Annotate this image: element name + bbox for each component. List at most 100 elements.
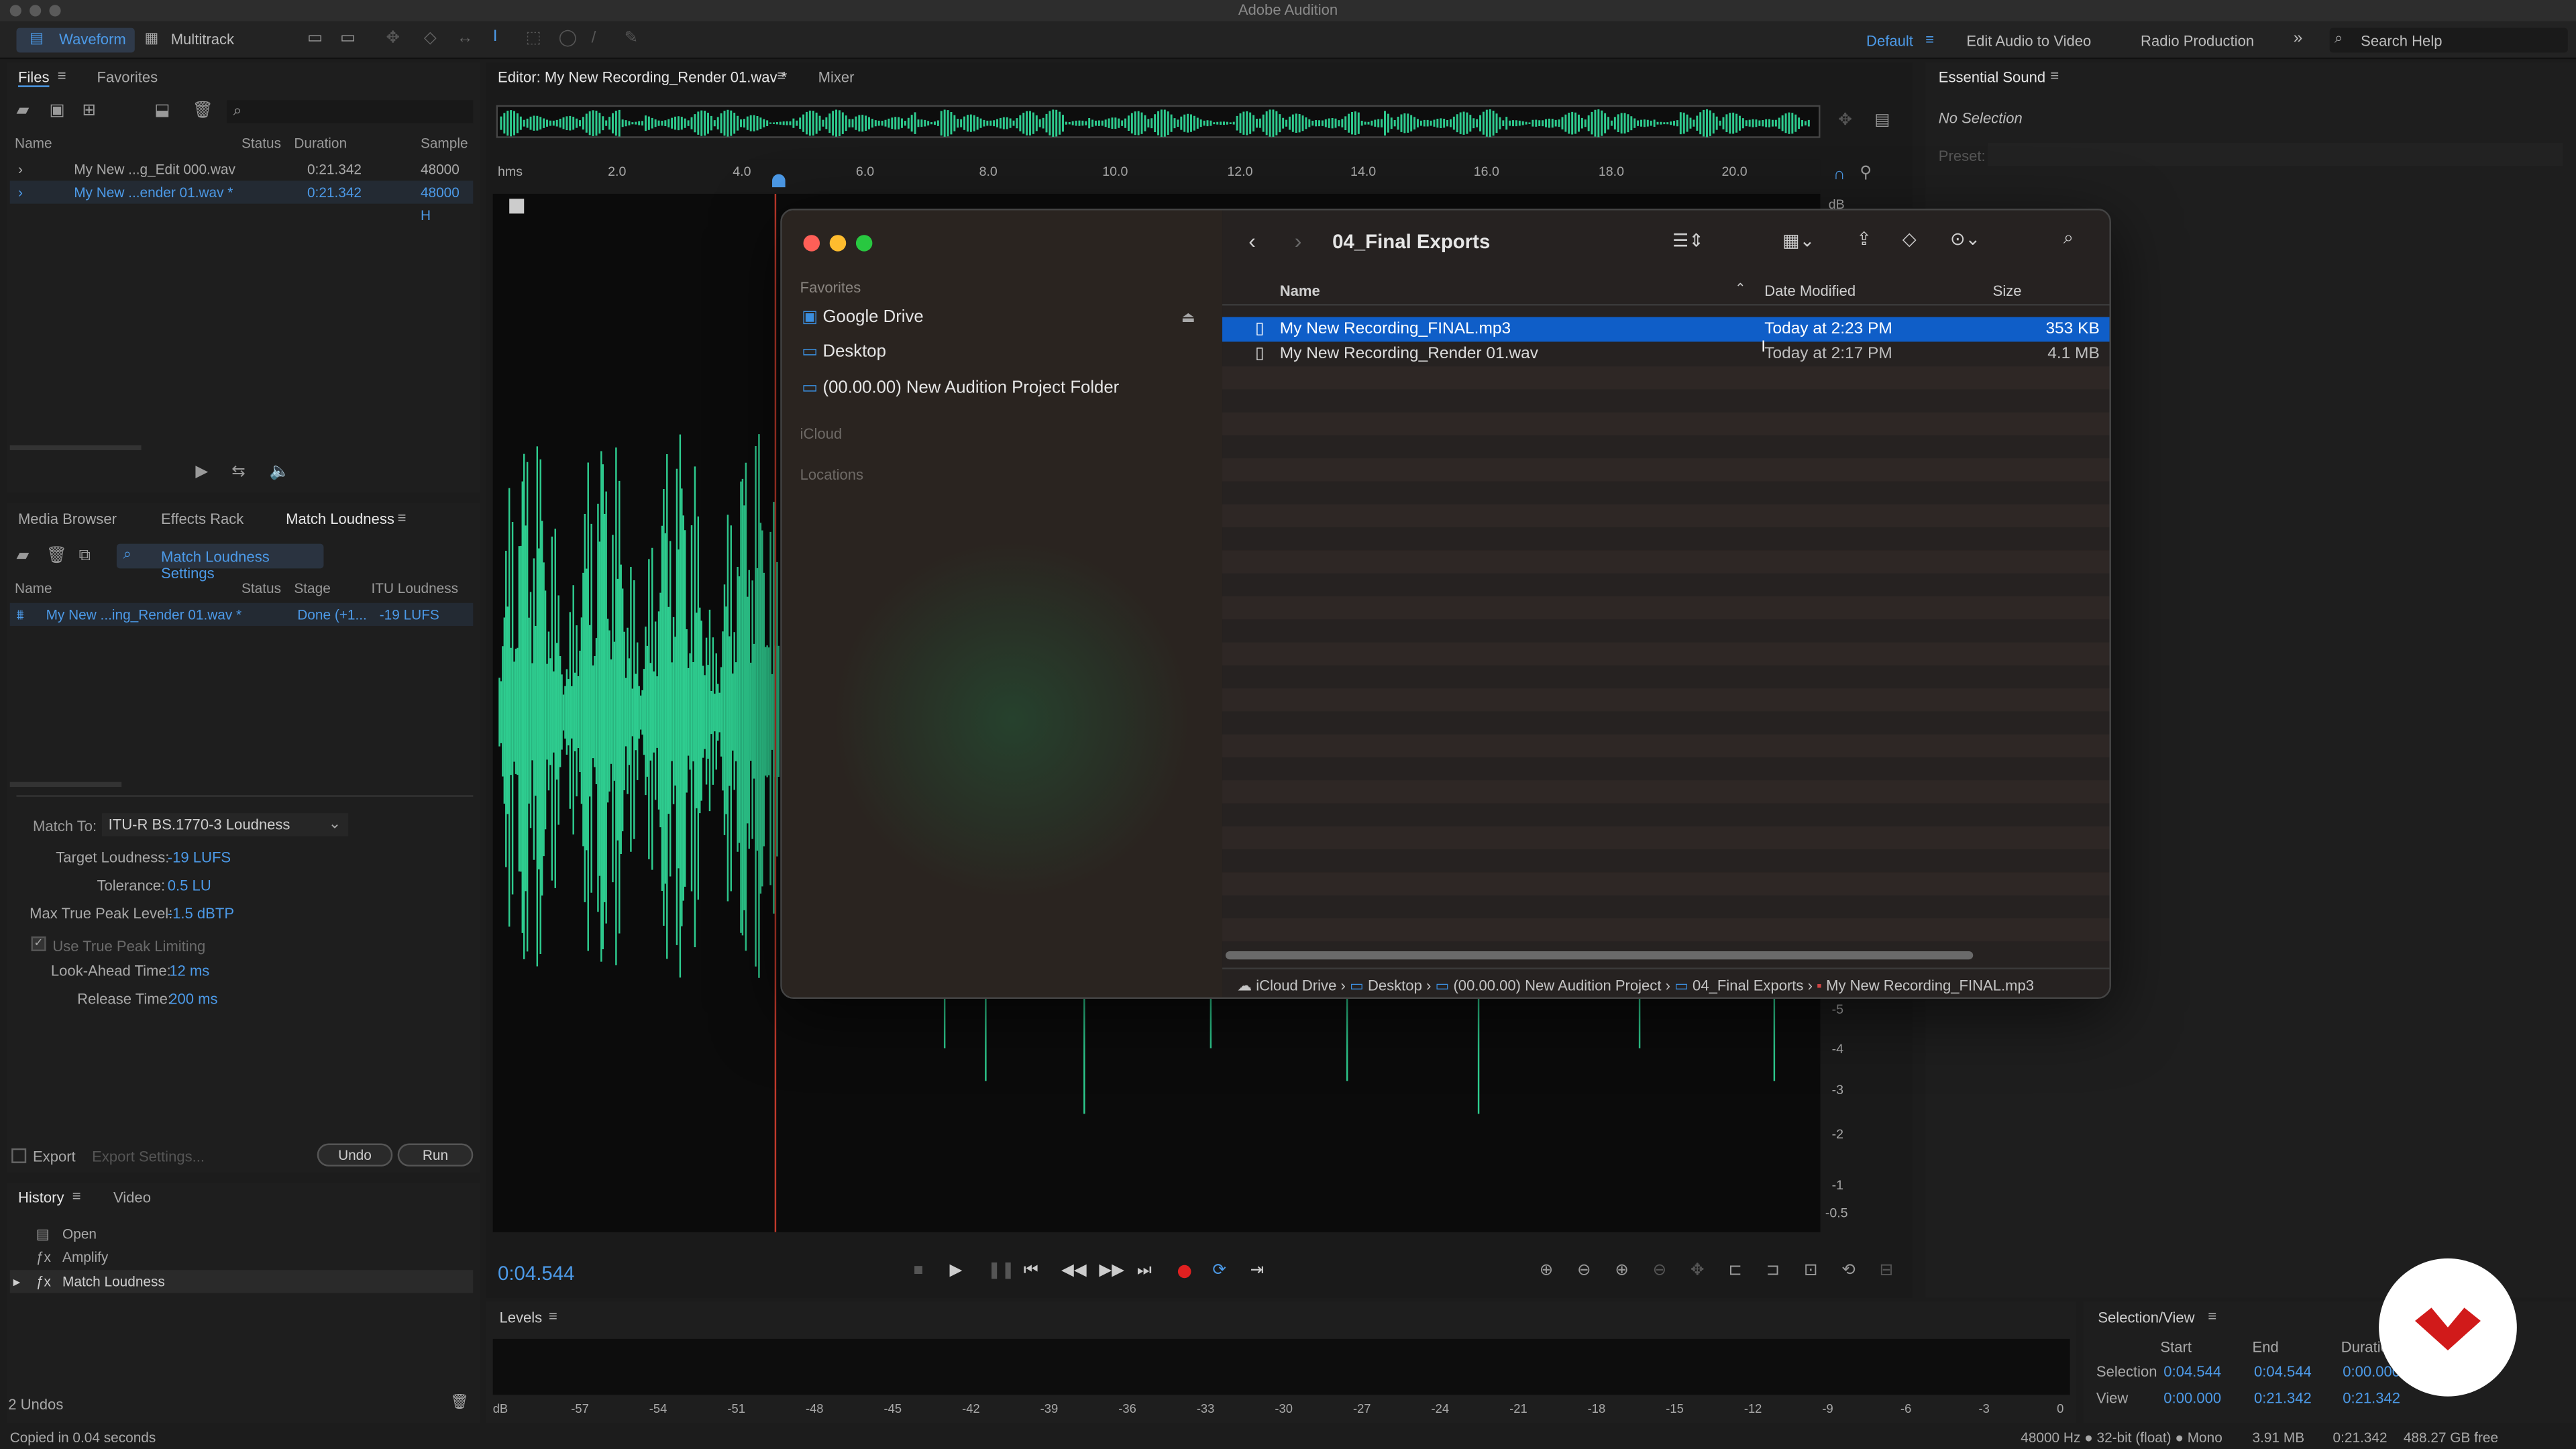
- fast-forward-icon[interactable]: ▶▶: [1099, 1263, 1124, 1279]
- sidebar-section-icloud[interactable]: iCloud: [800, 425, 842, 441]
- zoom-out-full-icon[interactable]: ⊟: [1880, 1263, 1894, 1279]
- history-item[interactable]: ƒx Amplify: [10, 1245, 474, 1268]
- panel-options-icon[interactable]: ▤: [1874, 113, 1890, 129]
- col-name[interactable]: Name: [15, 580, 52, 596]
- match-scrollbar[interactable]: [9, 782, 122, 788]
- editor-menu-icon[interactable]: ≡: [777, 67, 786, 83]
- run-button[interactable]: Run: [397, 1143, 474, 1167]
- path-item[interactable]: (00.00.00) New Audition Project: [1453, 977, 1661, 994]
- path-item[interactable]: iCloud Drive: [1256, 977, 1336, 994]
- new-file-icon[interactable]: ⊞: [82, 103, 96, 119]
- play-preview-icon[interactable]: ▶: [195, 464, 208, 481]
- col-date-modified[interactable]: Date Modified: [1764, 282, 1856, 299]
- history-item-current[interactable]: ▸ ƒx Match Loudness: [9, 1270, 474, 1293]
- zoom-dialog-button[interactable]: [855, 235, 873, 252]
- back-button[interactable]: ‹: [1248, 228, 1256, 253]
- tab-history[interactable]: History: [18, 1189, 64, 1205]
- autoplay-icon[interactable]: 🔈: [270, 464, 290, 481]
- target-loudness-value[interactable]: -19 LUFS: [168, 849, 231, 865]
- col-sample[interactable]: Sample: [421, 135, 468, 151]
- levels-menu-icon[interactable]: ≡: [549, 1307, 557, 1324]
- zoom-out-amplitude-icon[interactable]: ⊖: [1577, 1263, 1591, 1279]
- workspace-default[interactable]: Default: [1866, 33, 1913, 49]
- zoom-reset-icon[interactable]: ⟲: [1841, 1263, 1856, 1279]
- expand-icon[interactable]: ›: [18, 180, 23, 203]
- file-row[interactable]: ▯ My New Recording_Render 01.wav Today a…: [1222, 341, 2109, 366]
- pitch-display-icon[interactable]: ▭: [340, 30, 356, 48]
- tab-favorites[interactable]: Favorites: [97, 69, 158, 85]
- max-true-peak-value[interactable]: -1.5 dBTP: [168, 905, 234, 921]
- files-search-input[interactable]: ⌕: [226, 100, 474, 123]
- import-file-icon[interactable]: ▣: [49, 103, 64, 119]
- play-icon[interactable]: ▶: [950, 1263, 963, 1279]
- zoom-window-button[interactable]: [49, 5, 61, 17]
- files-scrollbar[interactable]: [9, 445, 142, 451]
- list-view-icon[interactable]: ☰⇕: [1672, 230, 1704, 251]
- view-end[interactable]: 0:21.342: [2254, 1390, 2312, 1406]
- spectral-display-icon[interactable]: ▭: [307, 30, 323, 48]
- tab-effects-rack[interactable]: Effects Rack: [161, 511, 244, 527]
- razor-tool-icon[interactable]: ◇: [424, 30, 437, 48]
- undo-button[interactable]: Undo: [317, 1143, 393, 1167]
- marquee-tool-icon[interactable]: ⬚: [526, 30, 541, 48]
- move-tool-icon[interactable]: ✥: [386, 30, 400, 48]
- expand-icon[interactable]: ›: [18, 158, 23, 180]
- tab-match-loudness[interactable]: Match Loudness: [286, 511, 394, 527]
- col-duration[interactable]: Duration: [294, 135, 347, 151]
- sidebar-section-locations[interactable]: Locations: [800, 467, 863, 483]
- zoom-fit-icon[interactable]: ✥: [1838, 113, 1852, 129]
- tab-mixer[interactable]: Mixer: [818, 69, 855, 85]
- rewind-icon[interactable]: ◀◀: [1061, 1263, 1087, 1279]
- col-name[interactable]: Name: [15, 135, 52, 151]
- file-row-selected[interactable]: ▯ My New Recording_FINAL.mp3 Today at 2:…: [1222, 317, 2110, 342]
- eject-icon[interactable]: ⏏: [1181, 309, 1195, 327]
- go-to-start-icon[interactable]: ⏮: [1024, 1263, 1038, 1279]
- lasso-tool-icon[interactable]: ◯: [559, 30, 577, 48]
- col-size[interactable]: Size: [1993, 282, 2022, 299]
- match-loudness-settings-button[interactable]: ⌕ Match Loudness Settings: [116, 543, 324, 582]
- go-to-end-icon[interactable]: ⏭: [1137, 1263, 1152, 1279]
- file-row[interactable]: › My New ...g_Edit 000.wav 0:21.342 4800…: [10, 158, 474, 201]
- stop-icon[interactable]: ■: [914, 1263, 924, 1279]
- tab-media-browser[interactable]: Media Browser: [18, 511, 117, 527]
- healing-tool-icon[interactable]: ✎: [625, 30, 639, 48]
- skip-selection-icon[interactable]: ⇥: [1250, 1263, 1265, 1279]
- tab-video[interactable]: Video: [113, 1189, 151, 1205]
- view-start[interactable]: 0:00.000: [2163, 1390, 2221, 1406]
- time-ruler[interactable]: hms 2.0 4.0 6.0 8.0 10.0 12.0 14.0 16.0 …: [492, 159, 1821, 193]
- finder-search-icon[interactable]: ⌕: [2063, 228, 2074, 250]
- selection-view-menu-icon[interactable]: ≡: [2208, 1307, 2216, 1324]
- preset-select[interactable]: [1988, 143, 2563, 166]
- marker-icon[interactable]: ⚲: [1860, 165, 1872, 182]
- minimize-window-button[interactable]: [30, 5, 42, 17]
- more-workspaces-icon[interactable]: »: [2294, 30, 2303, 48]
- more-actions-icon[interactable]: ⊙⌄: [1950, 228, 1980, 250]
- export-checkbox[interactable]: [11, 1148, 27, 1163]
- time-selection-tool-icon[interactable]: I: [493, 29, 498, 46]
- insert-into-multitrack-icon[interactable]: ⬓: [154, 103, 170, 119]
- slip-tool-icon[interactable]: ↔: [457, 30, 473, 48]
- file-row-selected[interactable]: › My New ...ender 01.wav * 0:21.342 4800…: [9, 180, 474, 223]
- zoom-in-left-icon[interactable]: ⊏: [1728, 1263, 1742, 1279]
- selection-end[interactable]: 0:04.544: [2254, 1364, 2312, 1380]
- zoom-in-amplitude-icon[interactable]: ⊕: [1540, 1263, 1554, 1279]
- waveform-mode-button[interactable]: ▤ Waveform: [16, 28, 135, 53]
- minimize-dialog-button[interactable]: [829, 235, 847, 252]
- path-item[interactable]: My New Recording_FINAL.mp3: [1826, 977, 2034, 994]
- record-button[interactable]: [1177, 1265, 1191, 1279]
- lookahead-value[interactable]: 12 ms: [169, 963, 209, 979]
- close-file-icon[interactable]: 🗑: [193, 103, 213, 119]
- files-panel-menu-icon[interactable]: ≡: [58, 67, 66, 83]
- sidebar-item-google-drive[interactable]: ▣ Google Drive: [802, 307, 924, 327]
- forward-button[interactable]: ›: [1295, 228, 1302, 253]
- zoom-in-right-icon[interactable]: ⊐: [1766, 1263, 1780, 1279]
- clear-list-icon[interactable]: ⧉: [79, 548, 91, 565]
- brush-tool-icon[interactable]: /: [592, 30, 596, 48]
- loop-preview-icon[interactable]: ⇆: [231, 464, 246, 481]
- path-item[interactable]: 04_Final Exports: [1693, 977, 1803, 994]
- workspace-edit-audio-to-video[interactable]: Edit Audio to Video: [1966, 33, 2091, 49]
- zoom-in-time-icon[interactable]: ⊕: [1615, 1263, 1629, 1279]
- open-file-icon[interactable]: ▰: [16, 103, 29, 119]
- history-item[interactable]: ▤ Open: [10, 1222, 474, 1245]
- true-peak-checkbox[interactable]: ✓: [31, 936, 46, 951]
